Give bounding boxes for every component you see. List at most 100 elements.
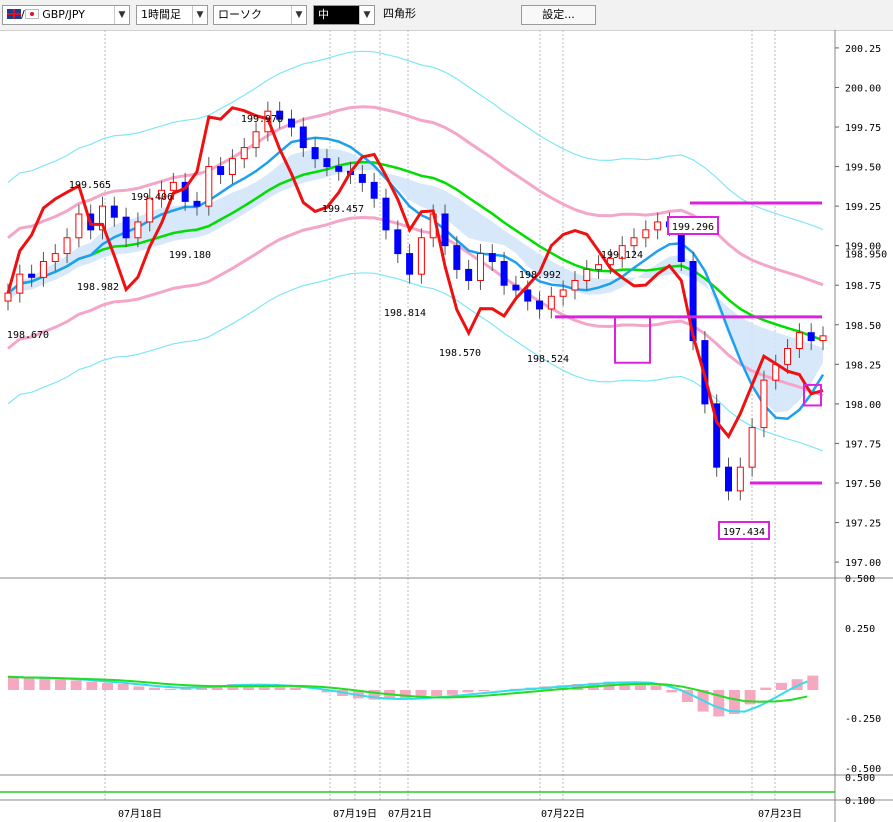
time-tick-label: 07月22日 [541, 808, 585, 820]
macd-histogram-bar [55, 679, 66, 690]
drawing-tool-label: 四角形 [383, 7, 416, 20]
candle-body [335, 166, 343, 172]
candle-body [311, 147, 319, 160]
macd-tick-label: -0.250 [845, 714, 881, 725]
candle-body [228, 158, 236, 175]
candle-body [453, 245, 461, 270]
line-weight-label: 中 [318, 8, 329, 21]
candle-body [736, 466, 744, 492]
chevron-down-icon[interactable]: ▼ [359, 6, 374, 24]
price-tick-label: 199.50 [845, 163, 881, 174]
candle-body [169, 181, 177, 191]
price-annotation: 199.180 [169, 250, 211, 261]
candle-body [595, 264, 603, 270]
timeframe-select[interactable]: 1時間足 ▼ [136, 5, 208, 25]
price-tick-label: 197.25 [845, 519, 881, 530]
chart-style-select[interactable]: ローソク ▼ [213, 5, 307, 25]
chevron-down-icon[interactable]: ▼ [291, 6, 306, 24]
macd-histogram-bar [274, 686, 286, 690]
price-tick-label: 197.00 [845, 558, 881, 569]
line-weight-select[interactable]: 中 ▼ [313, 5, 375, 25]
candle-body [559, 289, 567, 297]
candle-body [465, 268, 473, 281]
macd-histogram-bar [446, 690, 458, 695]
currency-pair-select[interactable]: / GBP/JPY ▼ [2, 5, 130, 25]
macd-histogram-bar [117, 684, 129, 690]
candle-body [252, 131, 260, 149]
uk-flag-icon [7, 9, 21, 19]
price-annotation: 198.670 [7, 330, 49, 341]
candle-body [205, 166, 213, 207]
candle-body [370, 181, 378, 199]
price-annotation: 198.814 [384, 308, 426, 319]
time-tick-label: 07月23日 [758, 808, 802, 820]
chart-style-label: ローソク [218, 8, 262, 21]
bottom-tick-label: 0.500 [845, 773, 875, 784]
price-tick-label: 200.25 [845, 44, 881, 55]
candle-body [75, 213, 83, 239]
grid-lines [0, 30, 893, 822]
macd-histogram-bar [8, 676, 19, 690]
candle-body [807, 332, 815, 342]
time-tick-label: 07月19日 [333, 808, 377, 820]
candle-body [51, 253, 59, 262]
toolbar: / GBP/JPY ▼ 1時間足 ▼ ローソク ▼ 中 ▼ 四角形 設定... [0, 0, 893, 31]
macd-histogram-bar [133, 686, 145, 690]
price-annotation: 198.992 [519, 270, 561, 281]
candle-body [488, 253, 496, 262]
time-axis: 07月18日 07月19日 07月21日 07月22日 07月23日 [118, 808, 802, 820]
candle-body [287, 118, 295, 128]
japan-flag-icon [24, 9, 39, 19]
macd-histogram-bar [23, 678, 35, 690]
macd-histogram-bar [149, 687, 161, 690]
candle-body [536, 300, 544, 310]
macd-histogram-bar [290, 687, 302, 690]
candle-body [630, 237, 638, 247]
candle-body [110, 205, 118, 218]
price-tick-label: 197.75 [845, 439, 881, 450]
candle-body [382, 197, 390, 231]
price-axis: 200.25200.00199.75199.50199.25199.00198.… [835, 44, 887, 569]
candle-body [406, 253, 414, 275]
bottom-tick-label: 0.100 [845, 796, 875, 807]
macd-histogram-bar [807, 675, 819, 690]
candle-body [63, 237, 71, 255]
candle-body [642, 229, 650, 239]
candle-body [240, 147, 248, 160]
price-tick-label: 198.75 [845, 281, 881, 292]
candle-body [725, 466, 733, 492]
settings-button[interactable]: 設定... [521, 5, 596, 25]
candle-body [524, 289, 532, 302]
bottom-panel: 0.500 0.100 [0, 773, 875, 807]
candle-body [39, 260, 47, 278]
candle-body [417, 237, 425, 275]
drawing-tool-select[interactable]: 四角形 [379, 5, 479, 25]
chevron-down-icon[interactable]: ▼ [192, 6, 207, 24]
price-annotation: 199.406 [131, 192, 173, 203]
price-tick-label: 199.75 [845, 123, 881, 134]
price-tick-label: 199.25 [845, 202, 881, 213]
macd-tick-label: 0.500 [845, 574, 875, 585]
macd-histogram-bar [399, 690, 411, 699]
price-annotation: 199.296 [672, 222, 714, 233]
time-tick-label: 07月18日 [118, 808, 162, 820]
macd-histogram-bar [39, 678, 51, 690]
time-tick-label: 07月21日 [388, 808, 432, 820]
candle-body [784, 348, 792, 365]
macd-histogram-bar [102, 682, 114, 690]
price-tick-label: 198.25 [845, 360, 881, 371]
candle-body [28, 273, 36, 278]
candle-body [512, 284, 520, 291]
candle-body [394, 229, 402, 255]
chevron-down-icon[interactable]: ▼ [114, 6, 129, 24]
macd-histogram-bar [462, 690, 474, 693]
candle-body [441, 213, 449, 247]
cloud-area [8, 148, 823, 413]
macd-histogram-bar [164, 688, 176, 690]
candle-body [122, 216, 130, 239]
price-chart[interactable]: 199.978 199.565 199.406 199.180 198.982 198.6… [0, 30, 893, 822]
candle-body [299, 126, 307, 149]
price-annotation: 199.457 [322, 204, 364, 215]
macd-histogram-bar [478, 690, 490, 692]
candle-body [583, 268, 591, 281]
